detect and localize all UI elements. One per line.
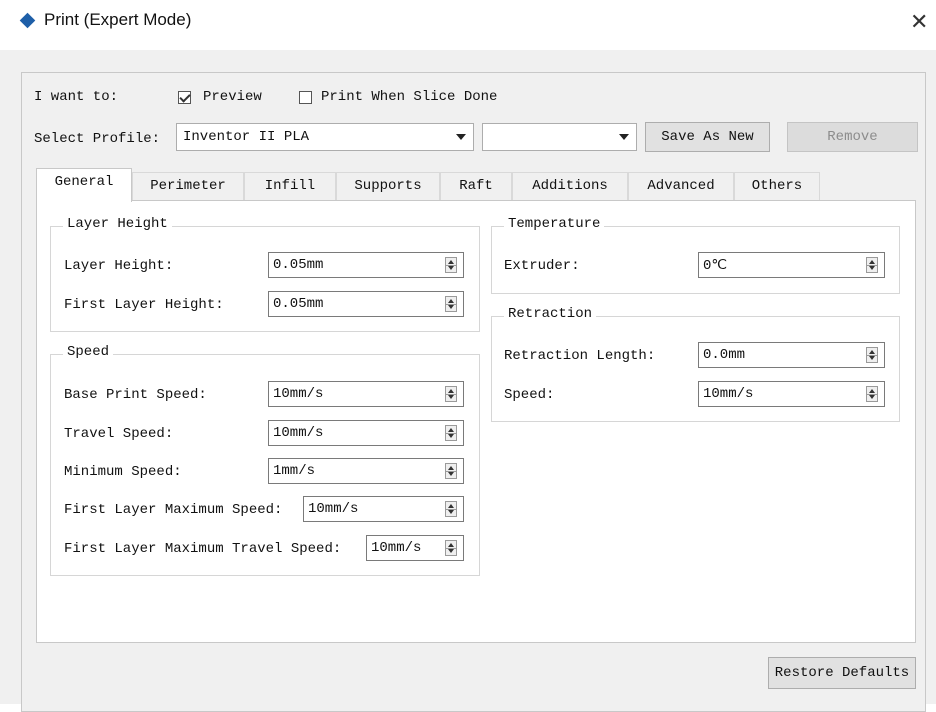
field-label: First Layer Maximum Travel Speed: (64, 541, 342, 557)
retraction-length-input[interactable]: 0.0mm (698, 342, 885, 368)
close-icon[interactable]: ✕ (910, 9, 928, 35)
profile-select[interactable]: Inventor II PLA (176, 123, 474, 151)
field-value: 10mm/s (273, 425, 324, 441)
chevron-down-icon (619, 134, 629, 140)
field-value: 0℃ (703, 258, 728, 274)
spinner-icon[interactable] (445, 501, 457, 517)
tab-supports[interactable]: Supports (336, 172, 440, 200)
tab-infill[interactable]: Infill (244, 172, 336, 200)
tab-advanced[interactable]: Advanced (628, 172, 734, 200)
retraction-speed-input[interactable]: 10mm/s (698, 381, 885, 407)
group-title: Speed (63, 344, 114, 360)
field-value: 10mm/s (371, 540, 422, 556)
restore-defaults-button[interactable]: Restore Defaults (768, 657, 916, 689)
remove-button[interactable]: Remove (787, 122, 918, 152)
field-value: 1mm/s (273, 463, 316, 479)
group-title: Retraction (504, 306, 597, 322)
field-label: Travel Speed: (64, 426, 174, 442)
tab-perimeter[interactable]: Perimeter (132, 172, 244, 200)
first-layer-height-input[interactable]: 0.05mm (268, 291, 464, 317)
profile-value: Inventor II PLA (183, 129, 310, 145)
field-value: 10mm/s (308, 501, 359, 517)
secondary-select[interactable] (482, 123, 637, 151)
print-when-done-checkbox[interactable] (299, 91, 312, 104)
group-title: Layer Height (63, 216, 172, 232)
window-title: Print (Expert Mode) (44, 10, 192, 29)
field-value: 10mm/s (703, 386, 754, 402)
field-value: 0.05mm (273, 296, 324, 312)
tab-additions[interactable]: Additions (512, 172, 628, 200)
field-label: First Layer Height: (64, 297, 224, 313)
spinner-icon[interactable] (866, 257, 878, 273)
print-when-done-label: Print When Slice Done (321, 89, 498, 105)
want-label: I want to: (34, 89, 119, 105)
save-as-new-button[interactable]: Save As New (645, 122, 770, 152)
minimum-speed-input[interactable]: 1mm/s (268, 458, 464, 484)
tab-others[interactable]: Others (734, 172, 820, 200)
field-label: Minimum Speed: (64, 464, 182, 480)
spinner-icon[interactable] (866, 386, 878, 402)
spinner-icon[interactable] (445, 540, 457, 556)
layer-height-input[interactable]: 0.05mm (268, 252, 464, 278)
spinner-icon[interactable] (866, 347, 878, 363)
profile-label: Select Profile: (34, 131, 161, 147)
field-label: First Layer Maximum Speed: (64, 502, 283, 518)
field-label: Retraction Length: (504, 348, 656, 364)
field-label: Extruder: (504, 258, 580, 274)
first-layer-max-travel-speed-input[interactable]: 10mm/s (366, 535, 464, 561)
extruder-temp-input[interactable]: 0℃ (698, 252, 885, 278)
title-bar: Print (Expert Mode) ✕ (0, 0, 936, 44)
spinner-icon[interactable] (445, 386, 457, 402)
field-value: 0.05mm (273, 257, 324, 273)
travel-speed-input[interactable]: 10mm/s (268, 420, 464, 446)
first-layer-max-speed-input[interactable]: 10mm/s (303, 496, 464, 522)
field-value: 10mm/s (273, 386, 324, 402)
group-title: Temperature (504, 216, 605, 232)
spinner-icon[interactable] (445, 296, 457, 312)
tab-general[interactable]: General (36, 168, 132, 202)
field-label: Layer Height: (64, 258, 174, 274)
base-print-speed-input[interactable]: 10mm/s (268, 381, 464, 407)
spinner-icon[interactable] (445, 463, 457, 479)
diamond-icon (19, 12, 36, 29)
field-label: Base Print Speed: (64, 387, 207, 403)
field-value: 0.0mm (703, 347, 746, 363)
chevron-down-icon (456, 134, 466, 140)
preview-checkbox[interactable] (178, 91, 191, 104)
field-label: Speed: (504, 387, 555, 403)
spinner-icon[interactable] (445, 425, 457, 441)
preview-label: Preview (203, 89, 262, 105)
tab-raft[interactable]: Raft (440, 172, 512, 200)
spinner-icon[interactable] (445, 257, 457, 273)
